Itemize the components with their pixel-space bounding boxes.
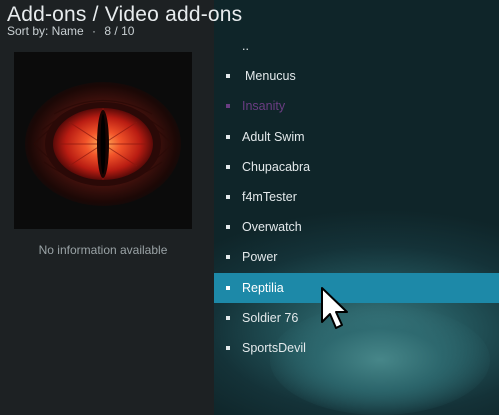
bullet-icon: [226, 345, 230, 350]
list-item-reptilia[interactable]: Reptilia: [214, 272, 499, 303]
list-item-parent[interactable]: ..: [214, 31, 499, 61]
list-item-soldier-76[interactable]: Soldier 76: [214, 303, 499, 333]
list-item-label: Insanity: [242, 99, 286, 114]
list-item-label: Overwatch: [242, 220, 302, 235]
item-position: 8 / 10: [104, 24, 135, 38]
list-item-label: SportsDevil: [242, 340, 306, 355]
bullet-icon: [226, 134, 230, 139]
bullet-icon: [226, 164, 230, 169]
addon-thumbnail: [14, 52, 192, 229]
sort-info: Sort by: Name · 8 / 10: [7, 24, 134, 38]
list-item-label: Menucus: [245, 69, 296, 84]
bullet-icon: [226, 104, 230, 109]
sort-label[interactable]: Sort by: Name: [7, 24, 84, 38]
list-item-label: f4mTester: [242, 189, 297, 204]
list-item-label: Reptilia: [242, 280, 284, 295]
bullet-icon: [226, 225, 230, 230]
addon-list: .. Menucus Insanity Adult Swim Chupacabr…: [214, 31, 499, 363]
no-info-text: No information available: [38, 243, 168, 257]
list-item-power[interactable]: Power: [214, 242, 499, 272]
list-item-sportsdevil[interactable]: SportsDevil: [214, 333, 499, 363]
bullet-icon: [226, 285, 230, 290]
info-panel: Add-ons / Video add-ons Sort by: Name · …: [0, 0, 242, 415]
list-item-menucus[interactable]: Menucus: [214, 61, 499, 91]
list-item-label: Adult Swim: [242, 129, 305, 144]
list-item-f4mtester[interactable]: f4mTester: [214, 182, 499, 212]
mouse-cursor-icon: [319, 286, 351, 337]
list-item-label: Chupacabra: [242, 159, 311, 174]
list-item-overwatch[interactable]: Overwatch: [214, 212, 499, 242]
list-item-label: Power: [242, 250, 278, 265]
list-item-chupacabra[interactable]: Chupacabra: [214, 152, 499, 182]
bullet-icon: [226, 255, 230, 260]
bullet-icon: [226, 194, 230, 199]
bullet-icon: [226, 74, 230, 79]
reptile-eye-icon: [25, 82, 181, 206]
list-item-insanity[interactable]: Insanity: [214, 91, 499, 121]
list-item-label: Soldier 76: [242, 310, 299, 325]
bullet-icon: [226, 315, 230, 320]
list-item-label: ..: [242, 39, 249, 53]
list-item-adult-swim[interactable]: Adult Swim: [214, 122, 499, 152]
sort-separator: ·: [92, 24, 97, 38]
